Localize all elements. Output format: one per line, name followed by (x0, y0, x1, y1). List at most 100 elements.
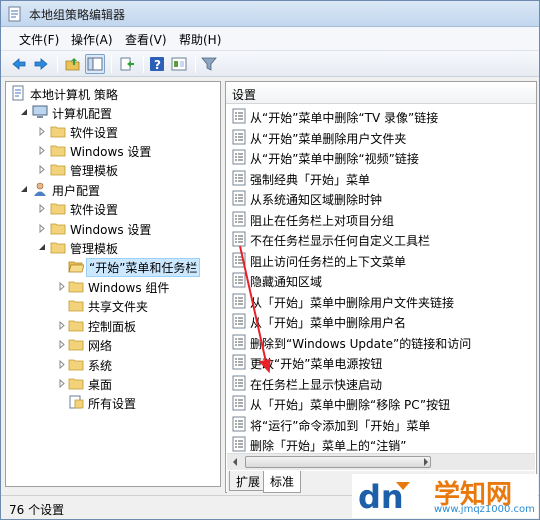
tree-expanded-icon[interactable] (38, 243, 46, 252)
list-item[interactable]: 在任务栏上显示快速启动 (230, 373, 530, 393)
export-list-icon (120, 57, 134, 71)
back-icon (12, 58, 26, 70)
properties-button[interactable] (169, 54, 189, 74)
tree-item[interactable]: 软件设置 (6, 122, 220, 141)
list-item[interactable]: 阻止在任务栏上对项目分组 (230, 209, 530, 229)
tab-extended[interactable]: 扩展 (229, 471, 268, 491)
list-item[interactable]: 从「开始」菜单中删除用户名 (230, 311, 530, 331)
tree-item[interactable]: 系统 (6, 355, 220, 374)
scroll-left-icon[interactable] (227, 454, 244, 470)
tree-item[interactable]: 管理模板 (6, 160, 220, 179)
tree-item[interactable]: 用户配置 (6, 180, 220, 199)
show-hide-tree-button[interactable] (85, 54, 105, 74)
watermark-logo-text: dn (358, 478, 404, 516)
title-bar: 本地组策略编辑器 (1, 1, 539, 27)
tree-item[interactable]: 计算机配置 (6, 103, 220, 122)
tree-item[interactable]: 管理模板 (6, 238, 220, 257)
tree-item-label: Windows 设置 (70, 223, 152, 237)
tree-expanded-icon[interactable] (20, 185, 28, 194)
list-item-label: 从「开始」菜单中删除用户名 (250, 316, 407, 330)
tree-item[interactable]: “开始”菜单和任务栏 (6, 257, 220, 277)
list-item-label: 不在任务栏显示任何自定义工具栏 (250, 234, 431, 248)
list-item-label: 更改“开始”菜单电源按钮 (250, 357, 383, 371)
tree-item[interactable]: 控制面板 (6, 316, 220, 335)
list-item-label: 从“开始”菜单中删除“视频”链接 (250, 152, 419, 166)
tree-item[interactable]: 共享文件夹 (6, 296, 220, 315)
toolbar-separator (143, 55, 144, 73)
svg-text:?: ? (154, 58, 161, 72)
tree-item-label: 管理模板 (70, 164, 119, 178)
list-item[interactable]: 删除到“Windows Update”的链接和访问 (230, 332, 530, 352)
list-item[interactable]: 删除「开始」菜单上的“注销” (230, 434, 530, 454)
tree-item[interactable]: 软件设置 (6, 199, 220, 218)
folder-icon (50, 239, 66, 255)
settings-column-header[interactable]: 设置 (226, 82, 536, 104)
properties-icon (171, 57, 187, 71)
list-item[interactable]: 阻止访问任务栏的上下文菜单 (230, 250, 530, 270)
list-item[interactable]: 从「开始」菜单中删除“移除 PC”按钮 (230, 393, 530, 413)
list-item[interactable]: 从“开始”菜单中删除“TV 录像”链接 (230, 106, 530, 126)
list-item-label: 阻止在任务栏上对项目分组 (250, 213, 395, 228)
export-list-button[interactable] (117, 54, 137, 74)
tree-item[interactable]: 本地计算机 策略 (6, 84, 220, 103)
tree-collapsed-icon[interactable] (38, 165, 46, 174)
up-folder-icon (65, 58, 80, 71)
toolbar-separator (195, 55, 196, 73)
policy-setting-icon (232, 170, 246, 186)
list-item-label: 隐藏通知区域 (250, 275, 323, 289)
menu-help[interactable]: 帮助(H) (177, 31, 223, 48)
folder-icon (50, 220, 66, 236)
list-item-label: 删除到“Windows Update”的链接和访问 (250, 336, 472, 351)
tree-collapsed-icon[interactable] (58, 282, 66, 291)
computer-icon (32, 104, 48, 120)
policy-editor-icon (8, 6, 21, 22)
tree-item[interactable]: Windows 组件 (6, 277, 220, 296)
list-item[interactable]: 隐藏通知区域 (230, 270, 530, 290)
toolbar-separator (111, 55, 112, 73)
scroll-right-icon[interactable] (417, 454, 434, 470)
scrollbar-thumb[interactable] (245, 456, 431, 468)
policy-setting-icon (232, 293, 246, 309)
tree-collapsed-icon[interactable] (38, 224, 46, 233)
list-item[interactable]: 将“运行”命令添加到「开始」菜单 (230, 414, 530, 434)
back-button[interactable] (9, 54, 29, 74)
tree-expanded-icon[interactable] (20, 108, 28, 117)
tree-item[interactable]: 网络 (6, 335, 220, 354)
filter-button[interactable] (199, 54, 219, 74)
list-item[interactable]: 从「开始」菜单中删除用户文件夹链接 (230, 291, 530, 311)
tab-standard[interactable]: 标准 (263, 471, 302, 493)
folder-icon (50, 123, 66, 139)
tree-collapsed-icon[interactable] (58, 321, 66, 330)
help-icon: ? (150, 57, 164, 72)
tree-item[interactable]: 桌面 (6, 374, 220, 393)
horizontal-scrollbar[interactable] (227, 453, 535, 470)
list-item[interactable]: 从“开始”菜单删除用户文件夹 (230, 127, 530, 147)
tree-collapsed-icon[interactable] (58, 379, 66, 388)
folder-open-icon (68, 258, 85, 274)
list-item[interactable]: 不在任务栏显示任何自定义工具栏 (230, 229, 530, 249)
window-title: 本地组策略编辑器 (29, 8, 126, 22)
tree-collapsed-icon[interactable] (58, 360, 66, 369)
list-item[interactable]: 强制经典「开始」菜单 (230, 168, 530, 188)
tree-item[interactable]: Windows 设置 (6, 219, 220, 238)
tree-collapsed-icon[interactable] (38, 127, 46, 136)
tree-collapsed-icon[interactable] (38, 204, 46, 213)
forward-button[interactable] (31, 54, 51, 74)
list-item-label: 从“开始”菜单删除用户文件夹 (250, 131, 407, 146)
tree-item-label: 软件设置 (70, 203, 119, 217)
list-item[interactable]: 从系统通知区域删除时钟 (230, 188, 530, 208)
tree-collapsed-icon[interactable] (38, 146, 46, 155)
menu-action[interactable]: 操作(A) (69, 31, 115, 48)
tree-item[interactable]: 所有设置 (6, 393, 220, 412)
tree-item[interactable]: Windows 设置 (6, 141, 220, 160)
list-item[interactable]: 从“开始”菜单中删除“视频”链接 (230, 147, 530, 167)
up-one-level-button[interactable] (63, 54, 83, 74)
menu-view[interactable]: 查看(V) (123, 31, 169, 48)
list-item-label: 将“运行”命令添加到「开始」菜单 (250, 418, 431, 433)
help-button[interactable]: ? (147, 54, 167, 74)
tree-item-label: 网络 (88, 339, 113, 353)
tree-collapsed-icon[interactable] (58, 340, 66, 349)
list-item[interactable]: 更改“开始”菜单电源按钮 (230, 352, 530, 372)
menu-file[interactable]: 文件(F) (17, 31, 61, 48)
settings-list-pane: 设置 从“开始”菜单中删除“TV 录像”链接从“开始”菜单删除用户文件夹 从“开始… (225, 81, 537, 493)
